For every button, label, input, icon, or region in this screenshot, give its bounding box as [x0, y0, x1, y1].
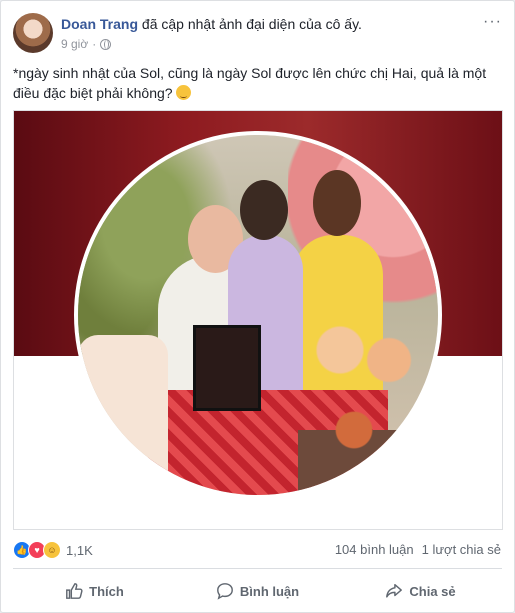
photo-cake: [78, 335, 168, 495]
post-text: *ngày sinh nhật của Sol, cũng là ngày So…: [13, 63, 501, 103]
haha-icon: ☺: [43, 541, 61, 559]
post-action-text: đã cập nhật ảnh đại diện của cô ấy.: [138, 16, 362, 32]
more-options-icon[interactable]: ···: [483, 13, 502, 31]
engagement-stats: 104 bình luận 1 lượt chia sẻ: [335, 542, 501, 557]
like-label: Thích: [89, 583, 124, 599]
post-message: *ngày sinh nhật của Sol, cũng là ngày So…: [13, 65, 487, 101]
share-count[interactable]: 1 lượt chia sẻ: [422, 542, 501, 557]
photo-woman-head: [313, 170, 361, 236]
profile-photo-post[interactable]: [13, 110, 503, 530]
share-label: Chia sẻ: [409, 583, 456, 599]
wink-emoji-icon: [176, 85, 192, 100]
divider: [13, 568, 502, 569]
photo-picture-frame: [193, 325, 261, 411]
comment-count[interactable]: 104 bình luận: [335, 542, 414, 557]
like-button[interactable]: Thích: [13, 575, 176, 607]
thumbs-up-icon: [66, 583, 83, 599]
profile-picture[interactable]: [74, 131, 442, 499]
photo-girl-head: [240, 180, 288, 240]
share-arrow-icon: [386, 583, 403, 598]
comment-icon: [216, 583, 233, 600]
globe-icon[interactable]: [100, 38, 112, 50]
reactions-summary[interactable]: 👍 ♥ ☺ 1,1K: [13, 541, 93, 559]
post-header: Doan Trang đã cập nhật ảnh đại diện của …: [61, 16, 362, 32]
author-avatar[interactable]: [13, 13, 53, 53]
reaction-count[interactable]: 1,1K: [66, 543, 93, 558]
post-card: Doan Trang đã cập nhật ảnh đại diện của …: [0, 0, 515, 613]
post-timestamp[interactable]: 9 giờ: [61, 37, 88, 51]
comment-label: Bình luận: [239, 583, 300, 599]
photo-cupcakes: [298, 310, 438, 495]
author-name[interactable]: Doan Trang: [61, 16, 138, 32]
post-actions: Thích Bình luận Chia sẻ: [13, 575, 502, 607]
share-button[interactable]: Chia sẻ: [339, 575, 502, 607]
comment-button[interactable]: Bình luận: [176, 575, 339, 607]
post-meta: 9 giờ ·: [61, 37, 112, 51]
